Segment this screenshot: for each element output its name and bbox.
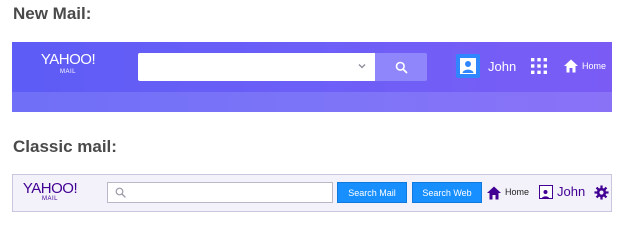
logo-sub: MAIL: [59, 69, 76, 75]
yahoo-mail-logo[interactable]: YAHOO! MAIL: [38, 52, 98, 76]
home-icon[interactable]: [563, 58, 579, 74]
gear-icon[interactable]: [594, 185, 609, 200]
search-button[interactable]: [375, 53, 427, 81]
avatar[interactable]: [456, 54, 480, 78]
home-link[interactable]: Home: [582, 61, 606, 71]
search-input[interactable]: [138, 53, 375, 81]
new-mail-heading: New Mail:: [13, 4, 92, 23]
home-link[interactable]: Home: [505, 187, 529, 197]
home-icon[interactable]: [486, 185, 502, 201]
search-icon: [115, 187, 126, 198]
search-box[interactable]: [107, 182, 333, 203]
search-icon: [395, 61, 407, 73]
search-mail-button[interactable]: Search Mail: [337, 182, 407, 203]
logo-sub: MAIL: [41, 196, 58, 202]
apps-grid-icon[interactable]: [530, 57, 548, 75]
new-mail-subheader-strip: [12, 92, 612, 112]
search-web-button[interactable]: Search Web: [412, 182, 482, 203]
new-mail-header-bar: YAHOO! MAIL John Home: [12, 42, 612, 112]
user-name[interactable]: John: [488, 59, 516, 74]
chevron-down-icon[interactable]: [357, 61, 367, 71]
avatar-icon: [541, 190, 550, 199]
logo-wordmark: YAHOO!: [40, 51, 96, 68]
classic-mail-heading: Classic mail:: [13, 137, 117, 156]
logo-wordmark: YAHOO!: [22, 180, 78, 197]
avatar-icon: [460, 58, 476, 74]
avatar[interactable]: [539, 185, 553, 199]
yahoo-mail-logo[interactable]: YAHOO! MAIL: [19, 181, 81, 203]
search-input[interactable]: [130, 185, 330, 202]
classic-mail-header-bar: YAHOO! MAIL Search Mail Search Web Home …: [12, 174, 612, 212]
user-name[interactable]: John: [557, 184, 585, 199]
comparison-figure: New Mail: YAHOO! MAIL John Home Classic …: [0, 0, 622, 222]
